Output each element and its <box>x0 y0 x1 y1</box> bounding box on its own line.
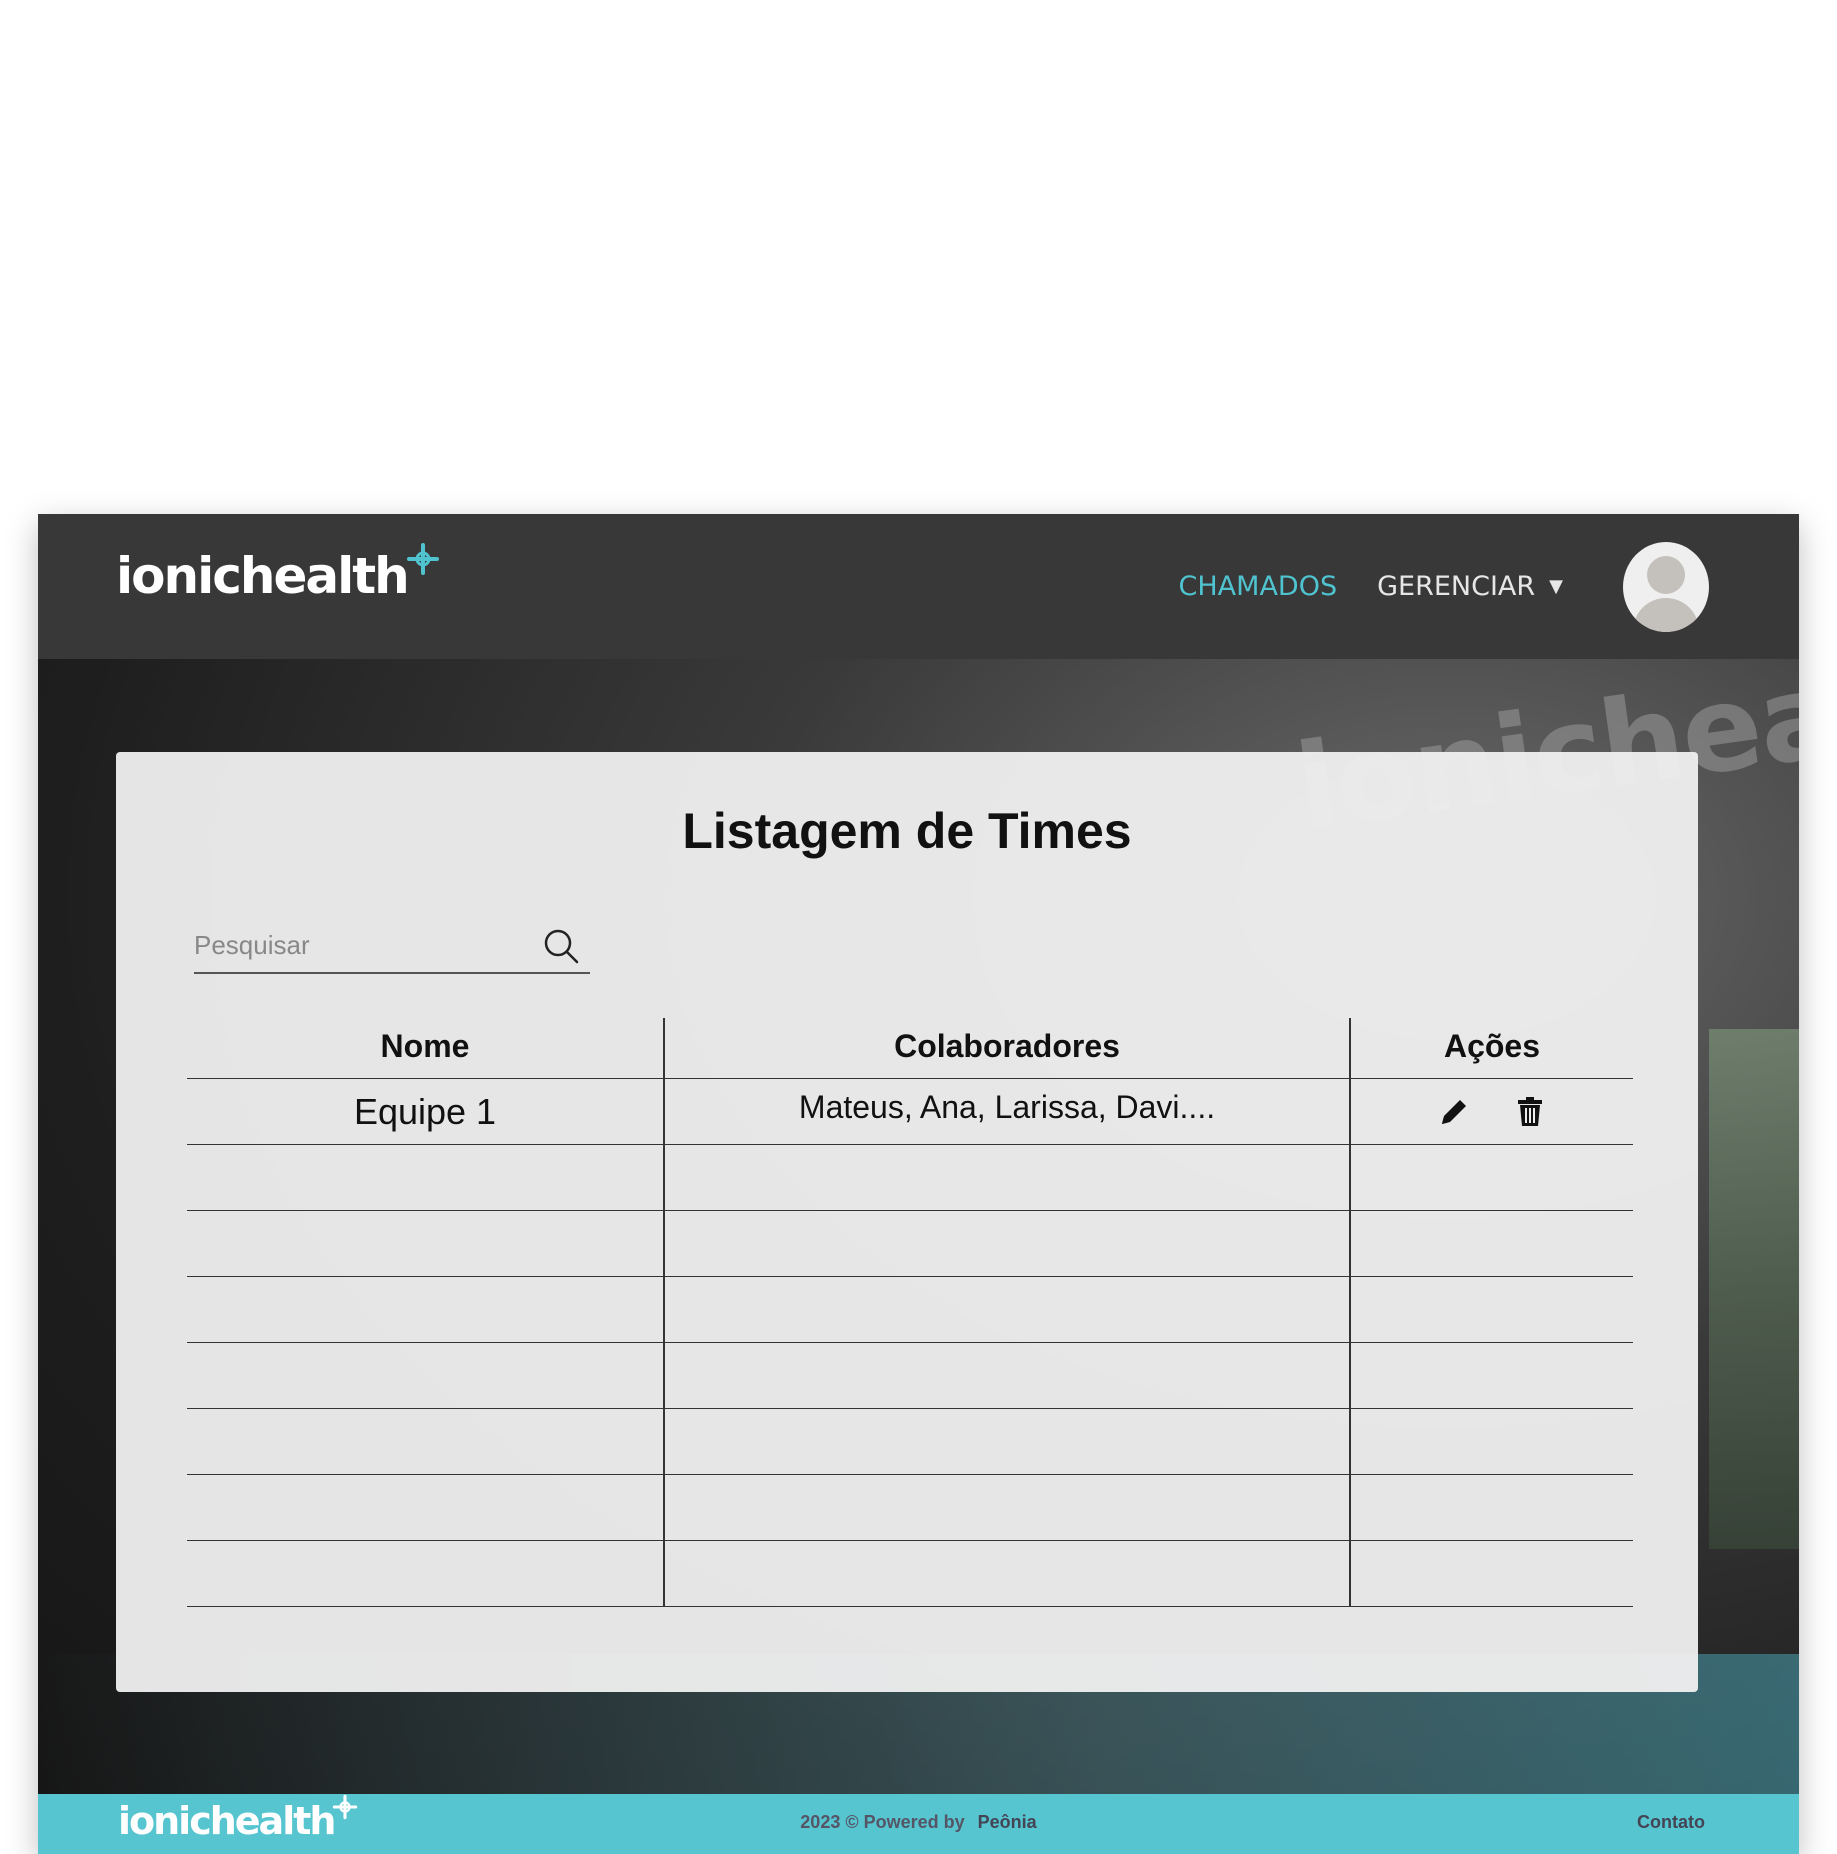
table-header: Nome Colaboradores Ações <box>187 1018 1633 1078</box>
table-row[interactable] <box>187 1342 1633 1408</box>
cell-nome <box>187 1277 663 1342</box>
cell-nome: Equipe 1 <box>353 1090 497 1132</box>
nav-item-chamados[interactable]: CHAMADOS <box>1179 571 1338 602</box>
delete-button[interactable] <box>1512 1094 1548 1130</box>
nav-item-label: CHAMADOS <box>1178 571 1338 602</box>
nav-item-gerenciar[interactable]: GERENCIAR ▼ <box>1377 571 1563 602</box>
cell-colaboradores <box>665 1277 1349 1342</box>
cell-nome <box>187 1475 663 1540</box>
cell-nome <box>187 1541 663 1606</box>
column-header-nome: Nome <box>380 1028 470 1064</box>
header-logo-text: ionichealth <box>116 547 410 605</box>
column-divider <box>1349 1475 1351 1540</box>
cell-colaboradores <box>665 1343 1349 1408</box>
search-bar <box>194 922 590 974</box>
column-divider <box>663 1079 665 1144</box>
cell-nome <box>187 1343 663 1408</box>
table-row[interactable] <box>187 1210 1633 1276</box>
cell-colaboradores <box>665 1211 1349 1276</box>
column-divider <box>663 1343 665 1408</box>
column-divider <box>1349 1145 1351 1210</box>
table-row[interactable]: Equipe 1 Mateus, Ana, Larissa, Davi.... <box>187 1078 1633 1144</box>
edit-pencil-icon <box>1442 1099 1466 1124</box>
cell-colaboradores: Mateus, Ana, Larissa, Davi.... <box>798 1089 1216 1125</box>
avatar-body <box>1633 597 1699 632</box>
logo-plus-icon <box>406 543 439 575</box>
column-divider <box>663 1409 665 1474</box>
column-divider <box>1349 1343 1351 1408</box>
cell-nome <box>187 1211 663 1276</box>
column-divider <box>663 1277 665 1342</box>
column-divider <box>1349 1211 1351 1276</box>
column-divider <box>663 1018 665 1078</box>
cell-nome <box>187 1409 663 1474</box>
footer-copyright: 2023 © Powered by Peônia <box>38 1812 1799 1833</box>
column-header-colaboradores: Colaboradores <box>894 1028 1120 1064</box>
header-logo[interactable]: ionichealth <box>116 543 440 606</box>
footer: ionichealth 2023 © Powered by Peônia Con… <box>38 1794 1799 1854</box>
column-divider <box>663 1541 665 1606</box>
table-row[interactable] <box>187 1408 1633 1474</box>
edit-button[interactable] <box>1436 1094 1472 1130</box>
cell-colaboradores <box>665 1541 1349 1606</box>
avatar-head <box>1647 555 1685 594</box>
contact-link[interactable]: Contato <box>1637 1812 1705 1833</box>
column-divider <box>1349 1277 1351 1342</box>
cell-colaboradores <box>665 1145 1349 1210</box>
column-divider <box>663 1211 665 1276</box>
cell-colaboradores <box>665 1409 1349 1474</box>
column-divider <box>1349 1409 1351 1474</box>
trash-icon <box>1518 1096 1542 1126</box>
table-row[interactable] <box>187 1276 1633 1342</box>
table-row[interactable] <box>187 1474 1633 1540</box>
background-plant <box>1709 1029 1799 1549</box>
cell-acoes <box>1351 1079 1633 1144</box>
search-icon[interactable] <box>542 927 580 965</box>
cell-nome <box>187 1145 663 1210</box>
column-divider <box>663 1475 665 1540</box>
user-avatar-icon[interactable] <box>1623 541 1709 632</box>
top-navbar: ionichealth CHAMADOS GERENCIAR ▼ <box>38 514 1799 659</box>
nav-menu: CHAMADOS GERENCIAR ▼ <box>1179 514 1709 659</box>
column-divider <box>1349 1079 1351 1144</box>
column-divider <box>1349 1541 1351 1606</box>
brand-link[interactable]: Peônia <box>978 1812 1037 1832</box>
page-title: Listagem de Times <box>682 803 1132 859</box>
table-row[interactable] <box>187 1144 1633 1210</box>
cell-colaboradores <box>665 1475 1349 1540</box>
teams-list-card: Listagem de Times Nome Colaboradores Açõ… <box>116 752 1698 1692</box>
search-input[interactable] <box>194 922 534 968</box>
column-divider <box>1349 1018 1351 1078</box>
app-window: ionichea ionichealth CHAMADOS GERENCIAR … <box>38 514 1799 1854</box>
column-header-acoes: Ações <box>1443 1028 1541 1064</box>
table-row[interactable] <box>187 1540 1633 1607</box>
teams-table: Nome Colaboradores Ações Equipe 1 Mateus… <box>187 1018 1633 1607</box>
nav-item-label: GERENCIAR <box>1377 571 1536 602</box>
copyright-text: 2023 © Powered by <box>800 1812 965 1832</box>
column-divider <box>663 1145 665 1210</box>
caret-down-icon: ▼ <box>1549 576 1563 597</box>
